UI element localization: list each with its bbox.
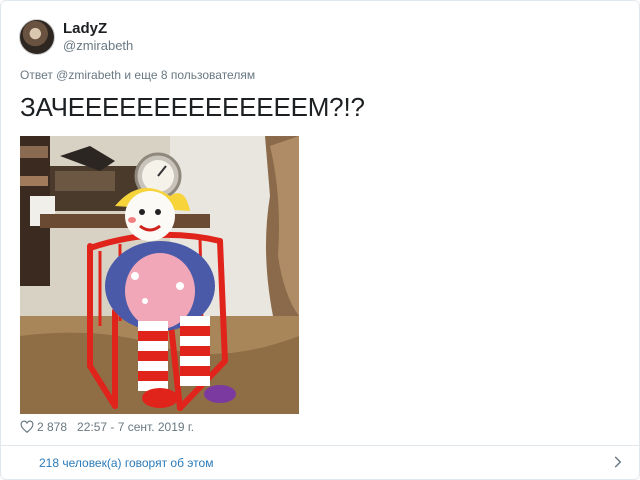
tweet-text: ЗАЧЕЕЕЕЕЕЕЕЕЕЕЕЕЕМ?!? [20,92,365,122]
tweet-timestamp[interactable]: 22:57 - 7 сент. 2019 г. [77,420,194,434]
tweet-header[interactable]: LadyZ @zmirabeth [19,17,133,57]
talking-about-link[interactable]: 218 человек(а) говорят об этом [39,456,213,470]
author-handle[interactable]: @zmirabeth [63,38,133,54]
reply-to-text[interactable]: Ответ @zmirabeth и еще 8 пользователям [20,68,255,82]
chevron-right-icon[interactable] [611,455,625,469]
photo-illustration [20,136,299,414]
tweet-photo[interactable] [20,136,299,414]
author-display-name[interactable]: LadyZ [63,20,133,38]
author-names: LadyZ @zmirabeth [63,20,133,54]
tweet-card: LadyZ @zmirabeth Ответ @zmirabeth и еще … [0,0,640,480]
heart-icon[interactable] [20,420,34,434]
tweet-meta: 2 878 22:57 - 7 сент. 2019 г. [20,419,194,435]
conversation-footer[interactable]: 218 человек(а) говорят об этом [1,446,639,479]
author-avatar[interactable] [19,19,55,55]
like-count[interactable]: 2 878 [37,420,67,434]
